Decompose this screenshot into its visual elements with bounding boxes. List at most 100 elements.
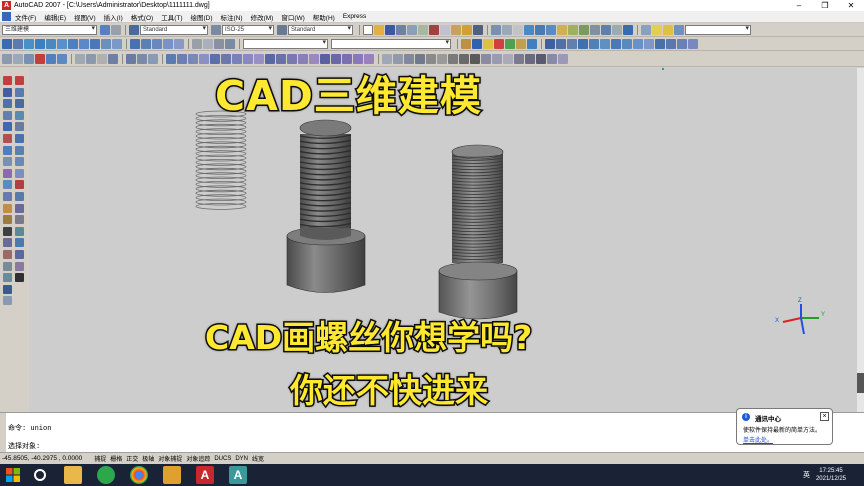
text-icon[interactable] <box>15 273 24 283</box>
ellipse-arc-icon[interactable] <box>3 191 12 201</box>
dyn-toggle[interactable]: DYN <box>235 456 248 462</box>
menu-edit[interactable]: 编辑(E) <box>44 12 66 22</box>
ucs-apply-icon[interactable] <box>677 39 687 49</box>
interfere-icon[interactable] <box>188 54 198 64</box>
ucs-icon[interactable] <box>545 39 555 49</box>
visual-style-dropdown[interactable] <box>331 39 451 49</box>
osnap-toggle[interactable]: 对象捕捉 <box>158 454 182 463</box>
scale-icon[interactable] <box>15 157 24 167</box>
viewport-scrollbar[interactable] <box>857 68 864 412</box>
menu-tools[interactable]: 工具(T) <box>161 12 182 22</box>
add-selected-icon[interactable] <box>3 296 12 306</box>
autocad-taskbar-icon[interactable]: A <box>196 466 214 484</box>
layer-dropdown[interactable] <box>685 25 751 35</box>
menu-help[interactable]: 帮助(H) <box>313 12 335 22</box>
ucs-x-icon[interactable] <box>644 39 654 49</box>
sphere-icon[interactable] <box>57 39 67 49</box>
sheet-set-icon[interactable] <box>590 25 600 35</box>
mesh-icon[interactable] <box>514 54 524 64</box>
materials-icon[interactable] <box>494 39 504 49</box>
menu-file[interactable]: 文件(F) <box>15 12 36 22</box>
stretch-icon[interactable] <box>15 168 24 178</box>
point-icon[interactable] <box>3 226 12 236</box>
file-explorer-icon[interactable] <box>64 466 82 484</box>
layer-freeze-icon[interactable] <box>674 25 684 35</box>
thicken-icon[interactable] <box>199 54 209 64</box>
intersect-icon[interactable] <box>148 54 158 64</box>
ucs-zaxis-icon[interactable] <box>622 39 632 49</box>
lights-icon[interactable] <box>472 39 482 49</box>
mapping-icon[interactable] <box>505 39 515 49</box>
revolve-icon[interactable] <box>163 39 173 49</box>
array-icon[interactable] <box>15 122 24 132</box>
continuous-orbit-icon[interactable] <box>24 54 34 64</box>
app-green-icon[interactable] <box>97 466 115 484</box>
zoom-realtime-icon[interactable] <box>524 25 534 35</box>
construction-line-icon[interactable] <box>3 87 12 97</box>
ucs-z-icon[interactable] <box>666 39 676 49</box>
3d-rotate-icon[interactable] <box>203 39 213 49</box>
publish-icon[interactable] <box>418 25 428 35</box>
walk-icon[interactable] <box>46 54 56 64</box>
arc-icon[interactable] <box>3 133 12 143</box>
explode-icon[interactable] <box>15 261 24 271</box>
pan-icon[interactable] <box>513 25 523 35</box>
copy-icon[interactable] <box>440 25 450 35</box>
3d-orbit-icon[interactable] <box>2 54 12 64</box>
otrack-toggle[interactable]: 对象追踪 <box>186 454 210 463</box>
edgesurf-icon[interactable] <box>547 54 557 64</box>
view-dropdown[interactable] <box>243 39 328 49</box>
layer-previous-icon[interactable] <box>13 39 23 49</box>
markup-icon[interactable] <box>601 25 611 35</box>
menu-insert[interactable]: 插入(I) <box>104 12 123 22</box>
command-prompt[interactable]: 选择对象: <box>8 441 40 451</box>
cortana-icon[interactable] <box>34 469 46 481</box>
cone-icon[interactable] <box>46 39 56 49</box>
maximize-button[interactable]: ❐ <box>812 0 838 11</box>
dim-style-icon[interactable] <box>211 25 221 35</box>
snap-toggle[interactable]: 捕捉 <box>94 454 106 463</box>
match-properties-icon[interactable] <box>462 25 472 35</box>
ucs-view-icon[interactable] <box>600 39 610 49</box>
make-block-icon[interactable] <box>3 215 12 225</box>
3d-array-icon[interactable] <box>225 39 235 49</box>
union-icon[interactable] <box>126 54 136 64</box>
realistic-icon[interactable] <box>97 54 107 64</box>
fillet-icon[interactable] <box>15 249 24 259</box>
wireframe-icon[interactable] <box>75 54 85 64</box>
break-at-point-icon[interactable] <box>15 203 24 213</box>
free-orbit-icon[interactable] <box>13 54 23 64</box>
ucs-origin-icon[interactable] <box>611 39 621 49</box>
render-env-icon[interactable] <box>516 39 526 49</box>
menu-draw[interactable]: 绘图(D) <box>191 12 213 22</box>
conceptual-icon[interactable] <box>108 54 118 64</box>
fly-icon[interactable] <box>57 54 67 64</box>
close-button[interactable]: ✕ <box>838 0 864 11</box>
menu-window[interactable]: 窗口(W) <box>281 12 304 22</box>
light-bulb-icon[interactable] <box>652 25 662 35</box>
subtract-icon[interactable] <box>137 54 147 64</box>
helix-icon[interactable] <box>101 39 111 49</box>
lineweight-toggle[interactable]: 线宽 <box>252 454 264 463</box>
preview-icon[interactable] <box>407 25 417 35</box>
block-editor-icon[interactable] <box>473 25 483 35</box>
mirror-icon[interactable] <box>15 99 24 109</box>
move-icon[interactable] <box>15 133 24 143</box>
design-center-icon[interactable] <box>568 25 578 35</box>
revision-cloud-icon[interactable] <box>3 157 12 167</box>
multiline-text-icon[interactable] <box>3 284 12 294</box>
spline-icon[interactable] <box>3 168 12 178</box>
menu-view[interactable]: 视图(V) <box>74 12 96 22</box>
paste-icon[interactable] <box>451 25 461 35</box>
slice-icon[interactable] <box>166 54 176 64</box>
zoom-window-icon[interactable] <box>535 25 545 35</box>
cylinder-icon[interactable] <box>68 39 78 49</box>
autocad-lt-taskbar-icon[interactable]: A <box>229 466 247 484</box>
workspace-settings-icon[interactable] <box>100 25 110 35</box>
open-file-icon[interactable] <box>374 25 384 35</box>
join-icon[interactable] <box>15 226 24 236</box>
layer-manager-icon[interactable] <box>2 39 12 49</box>
polar-toggle[interactable]: 极轴 <box>142 454 154 463</box>
sun-properties-icon[interactable] <box>483 39 493 49</box>
loft-icon[interactable] <box>174 39 184 49</box>
